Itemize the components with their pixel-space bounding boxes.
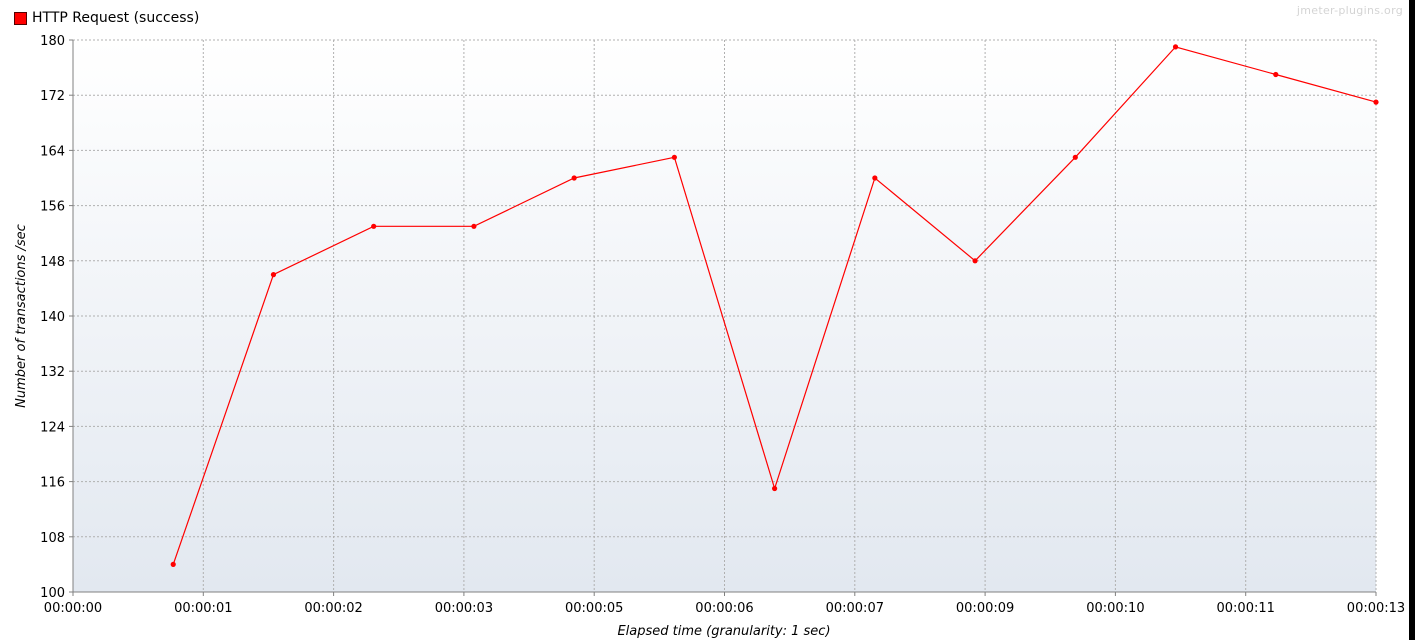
x-tick-label: 00:00:07 (826, 601, 884, 616)
x-tick-label: 00:00:13 (1347, 601, 1405, 616)
y-tick-label: 116 (40, 476, 65, 491)
y-tick-label: 164 (40, 144, 65, 159)
y-tick-labels: 100 108 116 124 132 140 148 156 164 172 180 (40, 34, 65, 601)
x-tick-label: 00:00:10 (1086, 601, 1144, 616)
x-tick-label: 00:00:02 (304, 601, 362, 616)
y-tick-label: 108 (40, 531, 65, 546)
x-tick-label: 00:00:01 (174, 601, 232, 616)
data-point (972, 258, 978, 264)
x-tick-label: 00:00:06 (695, 601, 753, 616)
y-tick-label: 180 (40, 34, 65, 49)
data-point (270, 272, 277, 278)
y-tick-label: 100 (40, 586, 65, 601)
data-point (571, 175, 577, 181)
y-tick-label: 140 (40, 310, 65, 325)
data-point (1273, 71, 1279, 78)
x-axis-title: Elapsed time (granularity: 1 sec) (617, 624, 830, 639)
x-tick-labels: 00:00:00 00:00:01 00:00:02 00:00:03 00:00:05… (44, 601, 1405, 616)
chart-panel: HTTP Request (success) jmeter-plugins.or… (0, 0, 1409, 640)
data-point (1373, 99, 1379, 105)
y-tick-label: 156 (40, 200, 65, 215)
data-point (471, 223, 477, 229)
y-tick-label: 148 (40, 255, 65, 270)
data-point (772, 485, 778, 492)
y-axis-title: Number of transactions /sec (14, 224, 29, 408)
y-tick-label: 172 (40, 89, 65, 104)
x-tick-label: 00:00:11 (1217, 601, 1275, 616)
x-tick-label: 00:00:05 (565, 601, 623, 616)
data-point (1172, 44, 1179, 50)
y-tick-label: 132 (40, 365, 65, 380)
data-point (671, 154, 677, 160)
x-tick-label: 00:00:00 (44, 601, 102, 616)
x-tick-label: 00:00:09 (956, 601, 1014, 616)
y-tick-label: 124 (40, 420, 65, 435)
data-point (170, 561, 176, 568)
x-tick-label: 00:00:03 (435, 601, 493, 616)
data-point (1072, 154, 1078, 160)
data-point (872, 175, 878, 181)
line-chart: 100 108 116 124 132 140 148 156 164 172 180 00:00:… (14, 34, 1405, 639)
data-point (371, 223, 377, 229)
